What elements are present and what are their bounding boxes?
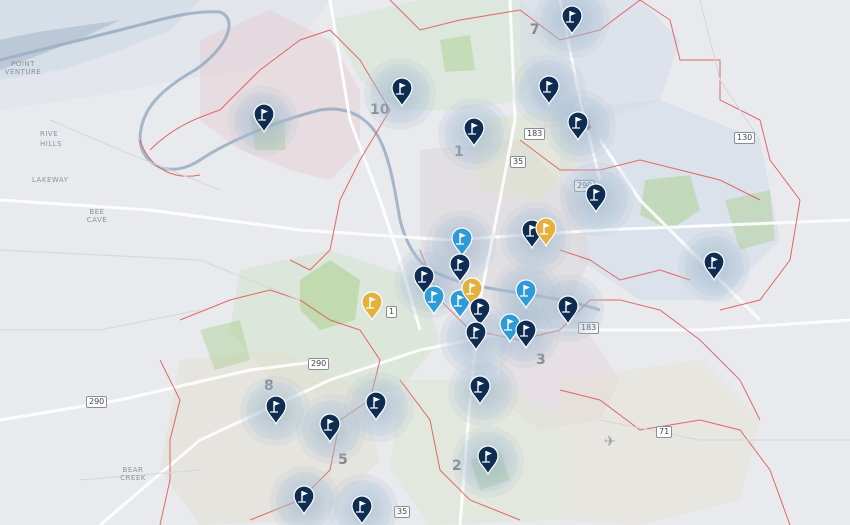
course-marker-pin[interactable] [318,413,342,443]
highway-shield-290-west: 290 [308,358,330,370]
course-marker-pin[interactable] [534,217,558,247]
highway-shield-71: 71 [656,426,673,438]
map-view[interactable]: POINT VENTURE RIVE HILLS LAKEWAY BEE CAV… [0,0,850,525]
place-label-bee-cave: BEE CAVE [86,208,108,224]
place-label-rive: RIVE [40,130,59,138]
course-marker-pin[interactable] [364,391,388,421]
course-marker-pin[interactable] [584,183,608,213]
course-marker-pin[interactable] [350,495,374,525]
highway-shield-35-south: 35 [394,506,411,518]
highway-shield-183: 183 [524,128,546,140]
course-marker-pin[interactable] [360,291,384,321]
place-label-bear-creek: BEAR CREEK [120,466,146,482]
highway-shield-130: 130 [734,132,756,144]
course-marker-pin[interactable] [537,75,561,105]
course-marker-pin[interactable] [566,111,590,141]
highway-shield-35: 35 [510,156,527,168]
course-marker-pin[interactable] [264,395,288,425]
course-marker-pin[interactable] [422,285,446,315]
highway-shield-290-far-west: 290 [86,396,108,408]
course-marker-pin[interactable] [292,485,316,515]
course-marker-pin[interactable] [252,103,276,133]
course-marker-pin[interactable] [468,375,492,405]
district-number-7: 7 [530,22,540,38]
highway-shield-1: 1 [386,306,398,318]
course-marker-pin[interactable] [476,445,500,475]
course-marker-pin[interactable] [702,251,726,281]
course-marker-pin[interactable] [560,5,584,35]
course-marker-pin[interactable] [390,77,414,107]
place-label-point-venture: POINT VENTURE [4,60,42,76]
course-marker-pin[interactable] [514,319,538,349]
course-marker-pin[interactable] [464,321,488,351]
course-marker-pin[interactable] [514,279,538,309]
place-label-hills: HILLS [40,140,63,148]
place-label-lakeway: LAKEWAY [32,176,69,184]
airplane-icon: ✈ [604,434,616,450]
course-marker-pin[interactable] [556,295,580,325]
course-marker-pin[interactable] [462,117,486,147]
